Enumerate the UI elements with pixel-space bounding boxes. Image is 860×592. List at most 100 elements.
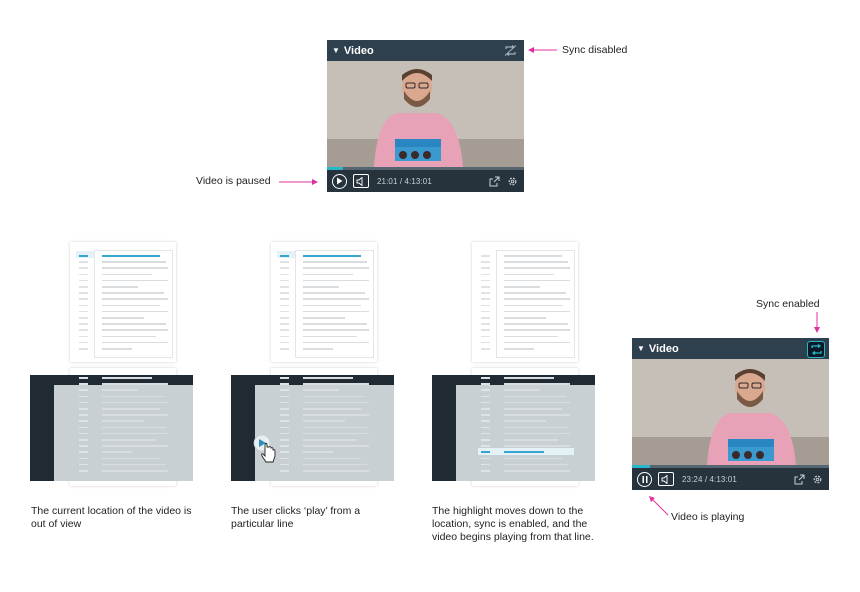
presenter-image: [327, 61, 524, 167]
video-panel-header[interactable]: ▼ Video: [632, 338, 829, 359]
gutter-line: [481, 414, 490, 416]
play-button[interactable]: [332, 173, 347, 189]
highlighted-line: [102, 255, 160, 257]
text-line: [303, 439, 357, 441]
text-line: [102, 298, 168, 300]
text-line: [303, 414, 369, 416]
video-panel-title: Video: [343, 44, 374, 57]
pause-icon: [642, 475, 647, 483]
gutter-line: [481, 377, 490, 379]
gutter-line: [79, 377, 88, 379]
video-time: 21:01 / 4:13:01: [377, 176, 432, 186]
gutter-line: [79, 383, 88, 385]
gear-icon[interactable]: [812, 474, 823, 485]
gutter-line: [280, 267, 289, 269]
gutter-line: [481, 445, 490, 447]
video-frame[interactable]: [327, 61, 524, 167]
text-line: [102, 401, 168, 404]
gutter-line: [481, 420, 490, 422]
text-line: [504, 395, 566, 398]
text-line: [303, 286, 339, 288]
caret-down-icon[interactable]: ▼: [637, 344, 645, 353]
text-line: [504, 463, 568, 466]
doc-page-top-1: [70, 242, 176, 362]
text-line: [504, 420, 546, 422]
gutter-line: [280, 470, 289, 472]
highlighted-line: [504, 451, 544, 453]
volume-icon: [356, 176, 363, 186]
play-icon: [337, 177, 343, 185]
sync-toggle-button[interactable]: [807, 341, 825, 358]
gutter-line: [79, 255, 88, 257]
gutter-line: [280, 408, 289, 410]
video-controls: 21:01 / 4:13:01: [327, 170, 524, 192]
gutter-line: [79, 439, 88, 441]
step-3-caption: The highlight moves down to the location…: [432, 505, 594, 543]
text-line: [504, 383, 570, 385]
gutter-line: [481, 341, 490, 344]
popout-icon[interactable]: [794, 474, 805, 485]
gutter-line: [280, 383, 289, 385]
video-panel-header[interactable]: ▼ Video: [327, 40, 524, 61]
text-line: [303, 292, 365, 294]
gutter-line: [280, 317, 289, 319]
text-line: [303, 432, 369, 435]
doc-page-top-3: [472, 242, 578, 362]
gutter-line: [79, 279, 88, 282]
gutter-line: [481, 273, 490, 276]
arrow-video-paused: [279, 179, 318, 185]
gutter-line: [481, 426, 490, 429]
gutter-line: [79, 451, 88, 453]
gutter-line: [79, 395, 88, 398]
volume-button[interactable]: [658, 472, 674, 486]
volume-icon: [661, 474, 668, 484]
text-line: [102, 310, 168, 313]
text-line: [504, 401, 570, 404]
gutter-line: [79, 432, 88, 435]
popout-icon[interactable]: [489, 176, 500, 187]
gutter-line: [280, 389, 289, 391]
inline-play-button[interactable]: [253, 434, 279, 464]
gutter-line: [481, 298, 490, 300]
pause-button[interactable]: [637, 471, 652, 487]
gear-icon[interactable]: [507, 176, 518, 187]
video-controls: 23:24 / 4:13:01: [632, 468, 829, 490]
gutter-line: [280, 304, 289, 307]
video-frame[interactable]: [632, 359, 829, 465]
gutter-line: [79, 329, 88, 331]
gutter-line: [481, 470, 490, 472]
video-player-right: ▼ Video 23:24 / 4:13:01: [632, 338, 829, 490]
text-line: [303, 348, 333, 350]
volume-button[interactable]: [353, 174, 369, 188]
gutter-line: [280, 414, 289, 416]
arrow-sync-enabled: [814, 312, 820, 333]
text-line: [504, 304, 562, 307]
arrow-video-playing: [649, 496, 669, 516]
gutter-line: [280, 292, 289, 294]
text-line: [303, 279, 369, 282]
text-line: [504, 470, 570, 472]
text-line: [303, 401, 369, 404]
sync-toggle-button[interactable]: [502, 43, 518, 58]
text-line: [504, 426, 568, 429]
text-line: [504, 341, 570, 344]
text-line: [504, 377, 554, 379]
gutter-line: [79, 298, 88, 300]
gutter-line: [79, 267, 88, 269]
text-line: [102, 445, 168, 447]
gutter-line: [481, 463, 490, 466]
text-line: [102, 261, 166, 263]
caret-down-icon[interactable]: ▼: [332, 46, 340, 55]
text-line: [303, 408, 361, 410]
text-line: [504, 273, 554, 276]
text-line: [102, 348, 132, 350]
text-line: [102, 377, 152, 379]
text-line: [504, 317, 546, 319]
text-line: [102, 383, 168, 385]
gutter-line: [481, 389, 490, 391]
text-line: [102, 439, 156, 441]
text-line: [102, 304, 160, 307]
gutter-line: [280, 463, 289, 466]
gutter-line: [280, 426, 289, 429]
text-line: [102, 286, 138, 288]
